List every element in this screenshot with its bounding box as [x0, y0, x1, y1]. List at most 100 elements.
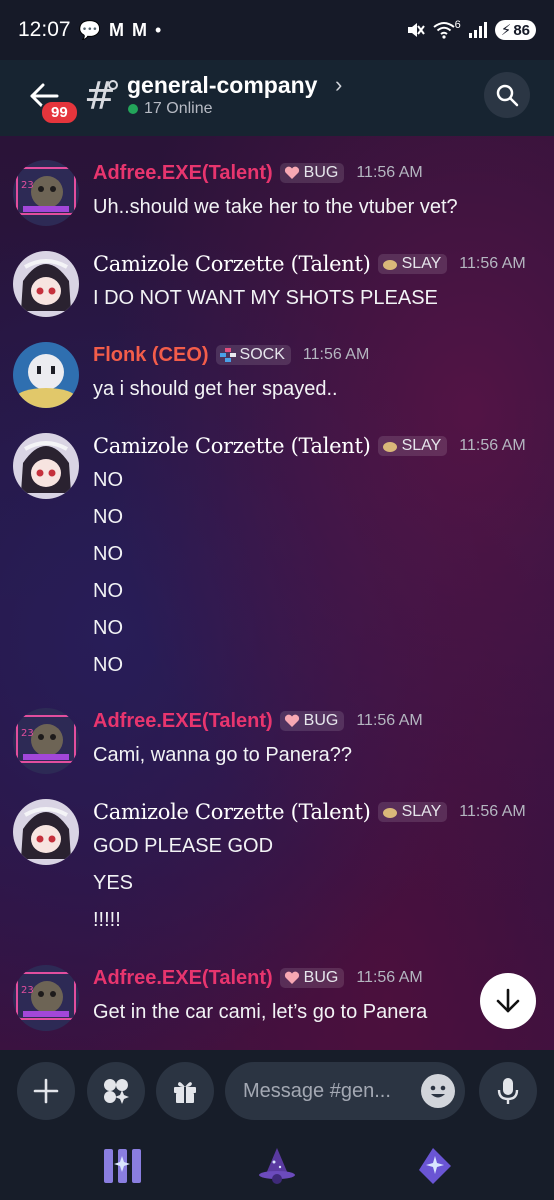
battery-level: 86	[513, 21, 530, 39]
nav-wizard[interactable]	[253, 1142, 301, 1190]
search-button[interactable]	[484, 72, 530, 118]
arrow-down-icon	[496, 988, 520, 1013]
jump-to-present-button[interactable]	[480, 973, 536, 1029]
message-text: NO	[93, 617, 123, 639]
online-count: 17 Online	[128, 100, 213, 118]
gmail-notification-icon: M	[131, 19, 147, 40]
mute-icon	[407, 23, 425, 37]
svg-text:23: 23	[21, 728, 34, 739]
role-tag-label: SLAY	[401, 437, 442, 454]
diamond-icon	[219, 348, 236, 362]
username[interactable]: Adfree.EXE(Talent)	[93, 162, 273, 185]
battery-bolt-icon: ⚡	[500, 22, 512, 39]
message-list[interactable]: 23 Adfree.EXE(Talent) BUG 11:56 AM Uh..s…	[0, 136, 554, 1050]
message-header: Adfree.EXE(Talent) BUG 11:56 AM	[93, 708, 423, 734]
message-header: Camizole Corzette (Talent) SLAY 11:56 AM	[93, 433, 526, 459]
heart-icon	[284, 166, 299, 179]
nav-servers[interactable]	[99, 1142, 147, 1190]
role-tag-label: SOCK	[239, 346, 285, 363]
wizard-hat-icon	[259, 1148, 295, 1184]
message-text: NO	[93, 506, 123, 528]
microphone-icon	[497, 1078, 519, 1104]
role-tag-label: BUG	[303, 969, 339, 986]
apps-icon	[104, 1079, 129, 1104]
avatar-camizole[interactable]	[13, 433, 79, 499]
online-status-dot	[128, 104, 138, 114]
avatar-adfree[interactable]: 23	[13, 965, 79, 1031]
message-text: NO	[93, 469, 123, 491]
svg-text:23: 23	[21, 180, 34, 191]
message-text: Get in the car cami, let’s go to Panera	[93, 1001, 428, 1023]
timestamp: 11:56 AM	[356, 969, 423, 986]
message-text: GOD PLEASE GOD	[93, 835, 274, 857]
role-tag: SLAY	[377, 436, 448, 456]
food-icon	[382, 442, 397, 452]
message-header: Camizole Corzette (Talent) SLAY 11:56 AM	[93, 251, 526, 277]
message-input[interactable]: Message #gen...	[225, 1062, 465, 1120]
message-header: Camizole Corzette (Talent) SLAY 11:56 AM	[93, 799, 526, 825]
wifi-icon	[433, 22, 455, 39]
status-time: 12:07	[18, 18, 71, 41]
add-attachment-button[interactable]	[17, 1062, 75, 1120]
server-list-icon	[104, 1149, 141, 1183]
username[interactable]: Camizole Corzette (Talent)	[93, 434, 371, 458]
role-tag: BUG	[279, 163, 345, 183]
message-text: !!!!!	[93, 909, 121, 931]
bottom-navigation	[0, 1132, 554, 1200]
message-header: Adfree.EXE(Talent) BUG 11:56 AM	[93, 965, 423, 991]
avatar-adfree[interactable]: 23	[13, 708, 79, 774]
voice-message-button[interactable]	[479, 1062, 537, 1120]
message-text: YES	[93, 872, 134, 894]
timestamp: 11:56 AM	[459, 803, 526, 820]
avatar-camizole[interactable]	[13, 251, 79, 317]
channel-header: 99 # general-company › 17 Online	[0, 60, 554, 136]
food-icon	[382, 260, 397, 270]
food-icon	[382, 808, 397, 818]
plus-icon	[33, 1078, 59, 1104]
cell-signal-icon	[468, 22, 487, 38]
channel-title[interactable]: general-company	[127, 72, 317, 99]
username[interactable]: Camizole Corzette (Talent)	[93, 252, 371, 276]
heart-icon	[284, 714, 299, 727]
role-tag-label: BUG	[303, 164, 339, 181]
username[interactable]: Adfree.EXE(Talent)	[93, 967, 273, 990]
status-bar: 12:07 💬 M M • 6 ⚡ 86	[0, 0, 554, 60]
username[interactable]: Flonk (CEO)	[93, 344, 209, 367]
avatar-camizole[interactable]	[13, 799, 79, 865]
role-tag: BUG	[279, 711, 345, 731]
thread-indicator-icon	[108, 80, 118, 90]
emoji-icon	[430, 1085, 446, 1098]
timestamp: 11:56 AM	[459, 255, 526, 272]
message-composer: Message #gen...	[0, 1050, 554, 1132]
gmail-notification-icon: M	[108, 19, 124, 40]
role-tag-label: BUG	[303, 712, 339, 729]
role-tag: SLAY	[377, 254, 448, 274]
timestamp: 11:56 AM	[302, 346, 370, 363]
chevron-right-icon[interactable]: ›	[335, 72, 342, 98]
emoji-button[interactable]	[421, 1074, 455, 1108]
message-header: Adfree.EXE(Talent) BUG 11:56 AM	[93, 160, 423, 186]
message-text: NO	[93, 543, 123, 565]
heart-icon	[284, 971, 299, 984]
timestamp: 11:56 AM	[356, 164, 423, 181]
message-text: Uh..should we take her to the vtuber vet…	[93, 196, 458, 218]
unread-badge: 99	[40, 100, 79, 125]
avatar-adfree[interactable]: 23	[13, 160, 79, 226]
avatar-flonk[interactable]	[13, 342, 79, 408]
battery-indicator: ⚡ 86	[494, 20, 536, 40]
message-text: Cami, wanna go to Panera??	[93, 744, 353, 766]
timestamp: 11:56 AM	[459, 437, 526, 454]
wifi-signal-label: 6	[454, 19, 461, 31]
search-icon	[496, 84, 519, 107]
message-input-placeholder: Message #gen...	[243, 1079, 391, 1102]
nav-profile[interactable]	[408, 1142, 456, 1190]
username[interactable]: Camizole Corzette (Talent)	[93, 800, 371, 824]
message-text: ya i should get her spayed..	[93, 378, 338, 400]
gift-icon	[174, 1082, 196, 1103]
role-tag-label: SLAY	[401, 255, 442, 272]
gift-button[interactable]	[156, 1062, 214, 1120]
apps-button[interactable]	[87, 1062, 145, 1120]
username[interactable]: Adfree.EXE(Talent)	[93, 710, 273, 733]
role-tag: BUG	[279, 968, 345, 988]
sparkle-badge-icon	[419, 1148, 451, 1184]
